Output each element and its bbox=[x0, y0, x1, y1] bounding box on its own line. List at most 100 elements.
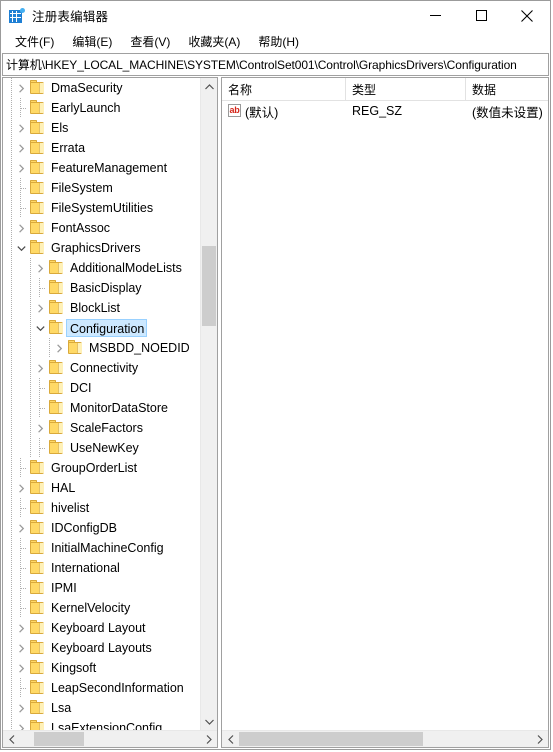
tree-item-leapsecondinformation[interactable]: LeapSecondInformation bbox=[3, 678, 200, 698]
column-header-data[interactable]: 数据 bbox=[466, 78, 548, 100]
folder-icon bbox=[48, 358, 66, 378]
tree-horizontal-scrollbar[interactable] bbox=[3, 730, 217, 747]
value-row[interactable]: ab (默认) REG_SZ (数值未设置) bbox=[222, 101, 548, 121]
menu-favorites[interactable]: 收藏夹(A) bbox=[179, 31, 249, 53]
menu-help[interactable]: 帮助(H) bbox=[249, 31, 308, 53]
tree-item-filesystemutilities[interactable]: FileSystemUtilities bbox=[3, 198, 200, 218]
folder-icon bbox=[29, 178, 47, 198]
tree-item-scalefactors[interactable]: ScaleFactors bbox=[3, 418, 200, 438]
scroll-left-arrow-icon[interactable] bbox=[3, 731, 20, 747]
chevron-right-icon[interactable] bbox=[13, 718, 29, 730]
values-scroll-left-arrow-icon[interactable] bbox=[222, 731, 239, 747]
tree-item-additionalmodelists[interactable]: AdditionalModeLists bbox=[3, 258, 200, 278]
tree-item-keyboard-layouts[interactable]: Keyboard Layouts bbox=[3, 638, 200, 658]
minimize-button[interactable] bbox=[412, 1, 458, 30]
values-list[interactable]: ab (默认) REG_SZ (数值未设置) bbox=[222, 101, 548, 730]
folder-icon bbox=[29, 498, 47, 518]
menu-edit[interactable]: 编辑(E) bbox=[63, 31, 121, 53]
value-name-cell: ab (默认) bbox=[222, 102, 346, 121]
values-horizontal-scrollbar[interactable] bbox=[222, 730, 548, 747]
chevron-right-icon[interactable] bbox=[32, 298, 48, 318]
chevron-right-icon[interactable] bbox=[13, 78, 29, 98]
tree-indent bbox=[3, 638, 13, 658]
tree-item-connectivity[interactable]: Connectivity bbox=[3, 358, 200, 378]
tree-hscroll-thumb[interactable] bbox=[34, 732, 84, 746]
ab-string-icon: ab bbox=[228, 104, 241, 117]
tree-indent bbox=[3, 98, 13, 118]
tree-item-lsaextensionconfig[interactable]: LsaExtensionConfig bbox=[3, 718, 200, 730]
tree-item-label: International bbox=[51, 561, 120, 575]
scroll-right-arrow-icon[interactable] bbox=[200, 731, 217, 747]
tree-item-grouporderlist[interactable]: GroupOrderList bbox=[3, 458, 200, 478]
registry-tree[interactable]: DmaSecurity EarlyLaunch Els Errata FeatureMa… bbox=[3, 78, 200, 730]
tree-item-filesystem[interactable]: FileSystem bbox=[3, 178, 200, 198]
chevron-right-icon[interactable] bbox=[32, 358, 48, 378]
tree-item-configuration[interactable]: Configuration bbox=[3, 318, 200, 338]
chevron-right-icon[interactable] bbox=[13, 698, 29, 718]
chevron-right-icon[interactable] bbox=[13, 658, 29, 678]
column-header-type[interactable]: 类型 bbox=[346, 78, 466, 100]
maximize-button[interactable] bbox=[458, 1, 504, 30]
chevron-down-icon[interactable] bbox=[13, 238, 29, 258]
folder-icon bbox=[48, 438, 66, 458]
tree-item-keyboard-layout[interactable]: Keyboard Layout bbox=[3, 618, 200, 638]
tree-indent bbox=[3, 258, 32, 278]
folder-icon bbox=[29, 198, 47, 218]
chevron-right-icon[interactable] bbox=[13, 218, 29, 238]
tree-item-earlylaunch[interactable]: EarlyLaunch bbox=[3, 98, 200, 118]
values-scroll-right-arrow-icon[interactable] bbox=[531, 731, 548, 747]
tree-item-blocklist[interactable]: BlockList bbox=[3, 298, 200, 318]
folder-icon bbox=[48, 278, 66, 298]
close-button[interactable] bbox=[504, 1, 550, 30]
tree-item-msbdd-noedid[interactable]: MSBDD_NOEDID bbox=[3, 338, 200, 358]
scroll-up-arrow-icon[interactable] bbox=[201, 78, 217, 95]
tree-scroll-thumb[interactable] bbox=[202, 246, 216, 326]
tree-item-international[interactable]: International bbox=[3, 558, 200, 578]
chevron-right-icon[interactable] bbox=[13, 518, 29, 538]
tree-item-dmasecurity[interactable]: DmaSecurity bbox=[3, 78, 200, 98]
chevron-right-icon[interactable] bbox=[51, 338, 67, 358]
folder-icon bbox=[29, 78, 47, 98]
menu-view[interactable]: 查看(V) bbox=[121, 31, 179, 53]
tree-item-ipmi[interactable]: IPMI bbox=[3, 578, 200, 598]
tree-item-hivelist[interactable]: hivelist bbox=[3, 498, 200, 518]
tree-item-idconfigdb[interactable]: IDConfigDB bbox=[3, 518, 200, 538]
chevron-down-icon[interactable] bbox=[32, 318, 48, 338]
value-data-cell: (数值未设置) bbox=[472, 105, 543, 120]
tree-item-label: Connectivity bbox=[70, 361, 139, 375]
tree-vertical-scrollbar[interactable] bbox=[200, 78, 217, 730]
scroll-down-arrow-icon[interactable] bbox=[201, 713, 217, 730]
tree-item-initialmachineconfig[interactable]: InitialMachineConfig bbox=[3, 538, 200, 558]
tree-item-els[interactable]: Els bbox=[3, 118, 200, 138]
tree-item-kingsoft[interactable]: Kingsoft bbox=[3, 658, 200, 678]
tree-item-label: FileSystem bbox=[51, 181, 113, 195]
chevron-right-icon[interactable] bbox=[13, 618, 29, 638]
chevron-right-icon[interactable] bbox=[32, 418, 48, 438]
tree-item-featuremanagement[interactable]: FeatureManagement bbox=[3, 158, 200, 178]
folder-icon bbox=[48, 378, 66, 398]
chevron-right-icon[interactable] bbox=[13, 478, 29, 498]
column-header-name[interactable]: 名称 bbox=[222, 78, 346, 100]
tree-item-monitordatastore[interactable]: MonitorDataStore bbox=[3, 398, 200, 418]
address-bar[interactable]: 计算机\HKEY_LOCAL_MACHINE\SYSTEM\ControlSet… bbox=[2, 53, 549, 76]
tree-item-fontassoc[interactable]: FontAssoc bbox=[3, 218, 200, 238]
tree-elbow bbox=[13, 458, 29, 478]
chevron-right-icon[interactable] bbox=[13, 638, 29, 658]
tree-item-kernelvelocity[interactable]: KernelVelocity bbox=[3, 598, 200, 618]
tree-item-usenewkey[interactable]: UseNewKey bbox=[3, 438, 200, 458]
menu-file[interactable]: 文件(F) bbox=[6, 31, 63, 53]
chevron-right-icon[interactable] bbox=[32, 258, 48, 278]
tree-indent bbox=[3, 678, 13, 698]
chevron-right-icon[interactable] bbox=[13, 158, 29, 178]
tree-item-lsa[interactable]: Lsa bbox=[3, 698, 200, 718]
values-hscroll-thumb[interactable] bbox=[239, 732, 423, 746]
tree-indent bbox=[3, 478, 13, 498]
tree-item-hal[interactable]: HAL bbox=[3, 478, 200, 498]
tree-item-errata[interactable]: Errata bbox=[3, 138, 200, 158]
chevron-right-icon[interactable] bbox=[13, 138, 29, 158]
folder-icon bbox=[48, 298, 66, 318]
tree-item-basicdisplay[interactable]: BasicDisplay bbox=[3, 278, 200, 298]
tree-item-graphicsdrivers[interactable]: GraphicsDrivers bbox=[3, 238, 200, 258]
tree-item-dci[interactable]: DCI bbox=[3, 378, 200, 398]
chevron-right-icon[interactable] bbox=[13, 118, 29, 138]
